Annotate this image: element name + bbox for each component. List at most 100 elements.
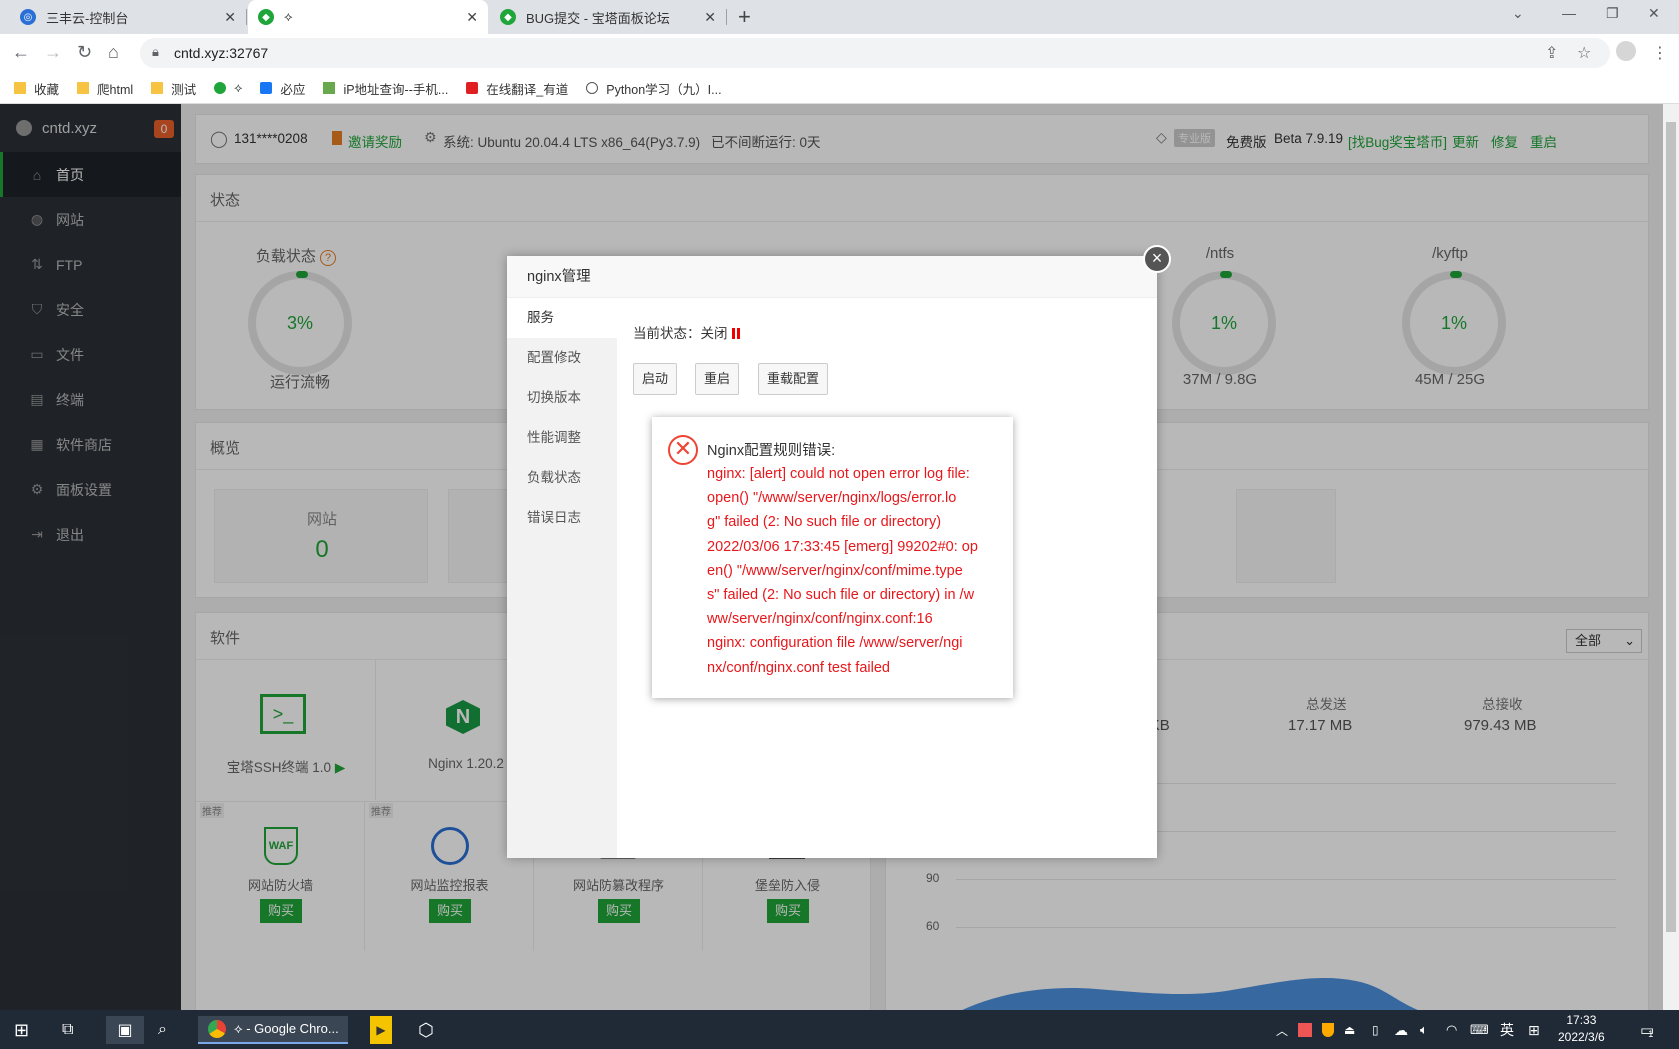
bookmark-label: 必应 xyxy=(280,82,306,97)
share-icon[interactable]: ⇪ xyxy=(1545,43,1558,63)
error-message: nginx: [alert] could not open error log … xyxy=(707,462,997,680)
new-tab-icon[interactable]: + xyxy=(738,4,751,30)
back-icon[interactable]: ← xyxy=(12,42,30,63)
url-text: cntd.xyz:32767 xyxy=(174,45,269,61)
clock[interactable]: 17:33 2022/3/6 xyxy=(1558,1012,1605,1044)
error-line: nginx: [alert] could not open error log … xyxy=(707,466,970,482)
ime-mode-icon[interactable]: ⊞ xyxy=(1528,1016,1540,1044)
volume-icon[interactable]: 🔈︎ xyxy=(1420,1016,1428,1044)
cloud-icon[interactable]: ☁ xyxy=(1394,1016,1408,1044)
lock-icon: 🔒︎ xyxy=(152,44,159,59)
taskbar-chrome[interactable]: ⟡ - Google Chro... xyxy=(198,1016,348,1044)
search-tool-icon[interactable]: ⌕ xyxy=(158,1016,167,1044)
modal-tab-service[interactable]: 服务 xyxy=(507,298,617,338)
menu-icon[interactable]: ⋮ xyxy=(1652,43,1668,63)
clock-date: 2022/3/6 xyxy=(1558,1030,1605,1044)
error-line: nginx: configuration file /www/server/ng… xyxy=(707,635,963,652)
error-line: 2022/03/06 17:33:45 [emerg] 99202#0: op xyxy=(707,538,978,555)
tab-title: ⟡ xyxy=(284,9,293,24)
modal-close-icon[interactable]: × xyxy=(1143,245,1171,273)
notification-icon[interactable]: ▭ 1 xyxy=(1640,1016,1654,1044)
stopped-icon xyxy=(731,328,740,339)
globe-icon: ◎ xyxy=(20,9,36,25)
bookmark-label: 收藏 xyxy=(34,82,60,97)
home-icon[interactable]: ⌂ xyxy=(108,42,119,63)
tab-bug-forum[interactable]: ◆ BUG提交 - 宝塔面板论坛 ✕ xyxy=(490,0,727,34)
tray-shield-icon[interactable] xyxy=(1322,1023,1334,1037)
virtualbox-icon[interactable]: ⬡ xyxy=(418,1016,434,1044)
bookmark-item[interactable]: Python学习（九）I... xyxy=(586,79,722,98)
bookmark-label: iP地址查询--手机... xyxy=(343,82,449,97)
tab-separator xyxy=(726,9,727,25)
taskbar-item-label: ⟡ - Google Chro... xyxy=(234,1021,339,1036)
bookmarks-bar: 收藏 爬html 测试 ⟡ 必应 iP地址查询--手机... 在线翻译_有道 P… xyxy=(0,72,1679,104)
bookmark-item[interactable]: 测试 xyxy=(151,79,196,98)
task-view-icon[interactable]: ⧉ xyxy=(62,1016,73,1044)
tab-console[interactable]: ◎ 三丰云-控制台 ✕ xyxy=(10,0,247,34)
modal-tab-load-status[interactable]: 负载状态 xyxy=(507,458,617,498)
folder-icon xyxy=(14,82,26,94)
chevron-down-icon[interactable]: ⌄ xyxy=(1512,5,1524,22)
tray-app-icon[interactable] xyxy=(1298,1023,1312,1037)
reload-icon[interactable]: ↻ xyxy=(77,42,92,63)
bookmark-item[interactable]: ⟡ xyxy=(214,81,242,96)
bookmark-item[interactable]: 收藏 xyxy=(14,79,59,98)
notification-count: 1 xyxy=(1648,1029,1654,1039)
profile-icon[interactable] xyxy=(1616,41,1636,61)
close-icon[interactable]: ✕ xyxy=(466,9,478,26)
windows-taskbar: ⊞ ⧉ ▣ ⌕ ⟡ - Google Chro... ▶ ⬡ ︿ ⏏ ▯ ☁ 🔈… xyxy=(0,1010,1679,1049)
ime-indicator[interactable]: 英 xyxy=(1500,1016,1514,1044)
forward-icon[interactable]: → xyxy=(44,42,62,63)
chrome-icon xyxy=(208,1020,226,1038)
address-bar[interactable]: 🔒︎ cntd.xyz:32767 xyxy=(140,38,1610,68)
bookmark-item[interactable]: 必应 xyxy=(260,79,305,98)
minimize-icon[interactable]: — xyxy=(1562,5,1576,21)
video-player-icon[interactable]: ▶ xyxy=(370,1016,392,1044)
bt-shield-icon: ◆ xyxy=(500,9,516,25)
bookmark-label: Python学习（九）I... xyxy=(606,82,722,97)
bookmark-label: 测试 xyxy=(171,82,197,97)
bookmark-label: 在线翻译_有道 xyxy=(486,82,569,97)
bing-icon xyxy=(260,82,273,94)
error-title: Nginx配置规则错误: xyxy=(707,443,836,459)
control-panel-icon[interactable]: ▣ xyxy=(106,1016,144,1044)
python-blog-icon xyxy=(586,82,599,94)
error-line: s" failed (2: No such file or directory)… xyxy=(707,587,975,604)
browser-toolbar: ← → ↻ ⌂ 🔒︎ cntd.xyz:32767 ⇪ ☆ ⋮ 收藏 爬html… xyxy=(0,34,1679,104)
clock-time: 17:33 xyxy=(1566,1013,1597,1027)
bookmark-item[interactable]: 爬html xyxy=(77,79,133,98)
modal-nav: 服务 配置修改 切换版本 性能调整 负载状态 错误日志 xyxy=(507,298,617,858)
modal-title: nginx管理 xyxy=(507,256,1157,298)
close-icon[interactable]: ✕ xyxy=(224,9,236,26)
ip-lookup-icon xyxy=(323,82,336,94)
error-line: ww/server/nginx/conf/nginx.conf:16 xyxy=(707,611,933,628)
start-button[interactable]: 启动 xyxy=(633,363,678,395)
error-dialog: ✕ Nginx配置规则错误: nginx: [alert] could not … xyxy=(652,417,1013,698)
error-icon: ✕ xyxy=(668,435,698,465)
windows-start-icon[interactable]: ⊞ xyxy=(14,1016,29,1044)
close-window-icon[interactable]: ✕ xyxy=(1648,5,1660,22)
battery-icon[interactable]: ▯ xyxy=(1372,1016,1379,1044)
usb-icon[interactable]: ⏏ xyxy=(1344,1016,1355,1044)
bookmark-item[interactable]: iP地址查询--手机... xyxy=(323,79,448,98)
bookmark-label: 爬html xyxy=(97,82,134,97)
modal-tab-config[interactable]: 配置修改 xyxy=(507,338,617,378)
scrollbar-thumb[interactable] xyxy=(1666,122,1676,932)
restore-icon[interactable]: ❐ xyxy=(1606,5,1619,22)
modal-tab-error-log[interactable]: 错误日志 xyxy=(507,498,617,538)
folder-icon xyxy=(77,82,90,94)
star-icon[interactable]: ☆ xyxy=(1577,43,1591,63)
bookmark-item[interactable]: 在线翻译_有道 xyxy=(466,79,568,98)
close-icon[interactable]: ✕ xyxy=(704,9,716,26)
tab-title: BUG提交 - 宝塔面板论坛 xyxy=(526,10,670,26)
tab-bt-panel[interactable]: ◆ ⟡ ✕ xyxy=(248,0,488,34)
service-status-text: 当前状态：关闭 xyxy=(633,326,728,341)
wifi-icon[interactable]: ◠ xyxy=(1446,1016,1457,1044)
modal-tab-performance[interactable]: 性能调整 xyxy=(507,418,617,458)
reload-config-button[interactable]: 重载配置 xyxy=(758,363,829,395)
keyboard-icon[interactable]: ⌨ xyxy=(1470,1016,1489,1044)
restart-button[interactable]: 重启 xyxy=(695,363,740,395)
modal-tab-version[interactable]: 切换版本 xyxy=(507,378,617,418)
tray-chevron-icon[interactable]: ︿ xyxy=(1276,1016,1288,1044)
page-scrollbar[interactable] xyxy=(1663,104,1679,1010)
